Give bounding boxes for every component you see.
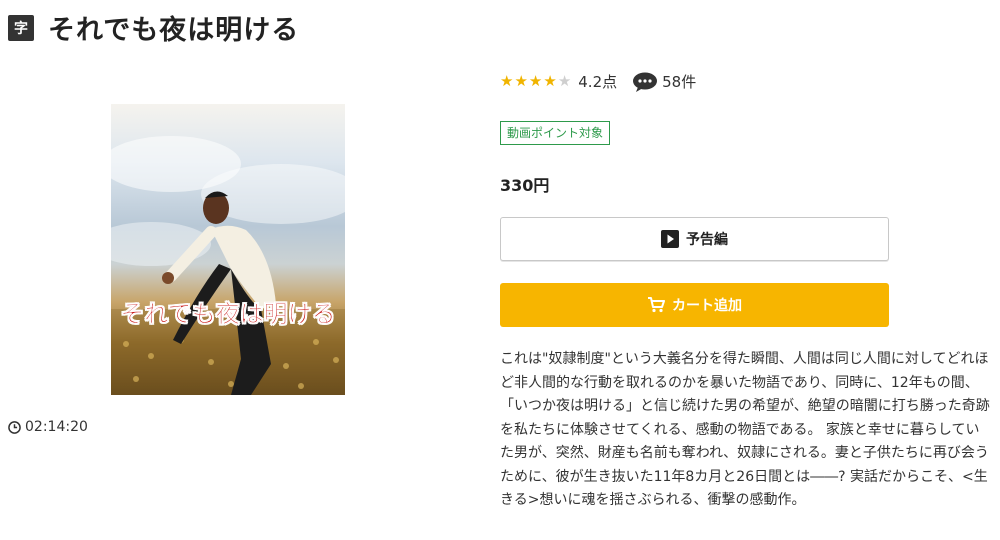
review-count[interactable]: 58件 <box>662 71 696 92</box>
cart-icon <box>648 297 665 313</box>
add-to-cart-button[interactable]: カート追加 <box>500 283 889 327</box>
title-header: 字 それでも夜は明ける <box>8 8 299 47</box>
clock-icon <box>8 420 21 434</box>
star-rating: ★ ★ ★ ★ ★ <box>500 74 572 89</box>
rating-row: ★ ★ ★ ★ ★ 4.2点 58件 <box>500 71 696 92</box>
runtime: 02:14:20 <box>8 419 88 435</box>
runtime-value: 02:14:20 <box>25 419 88 435</box>
page-title: それでも夜は明ける <box>48 15 300 46</box>
point-eligible-badge: 動画ポイント対象 <box>500 121 611 145</box>
star-empty-icon: ★ <box>557 72 572 90</box>
price: 330円 <box>500 176 550 195</box>
star-icon: ★ <box>514 72 528 90</box>
movie-poster[interactable]: それでも夜は明ける <box>111 104 345 395</box>
subtitle-badge: 字 <box>8 14 34 41</box>
poster-title-text: それでも夜は明ける <box>120 299 336 328</box>
cart-button-label: カート追加 <box>672 298 742 314</box>
play-icon <box>661 230 679 248</box>
trailer-button-label: 予告編 <box>686 232 728 248</box>
rating-score: 4.2点 <box>578 73 618 91</box>
synopsis: これは"奴隷制度"という大義名分を得た瞬間、人間は同じ人間に対してどれほど非人間… <box>500 351 990 508</box>
star-icon: ★ <box>528 72 543 90</box>
star-icon: ★ <box>500 72 514 90</box>
poster-illustration <box>111 136 345 395</box>
speech-bubble-icon[interactable] <box>632 72 658 92</box>
star-icon: ★ <box>543 72 557 90</box>
trailer-button[interactable]: 予告編 <box>500 217 889 261</box>
